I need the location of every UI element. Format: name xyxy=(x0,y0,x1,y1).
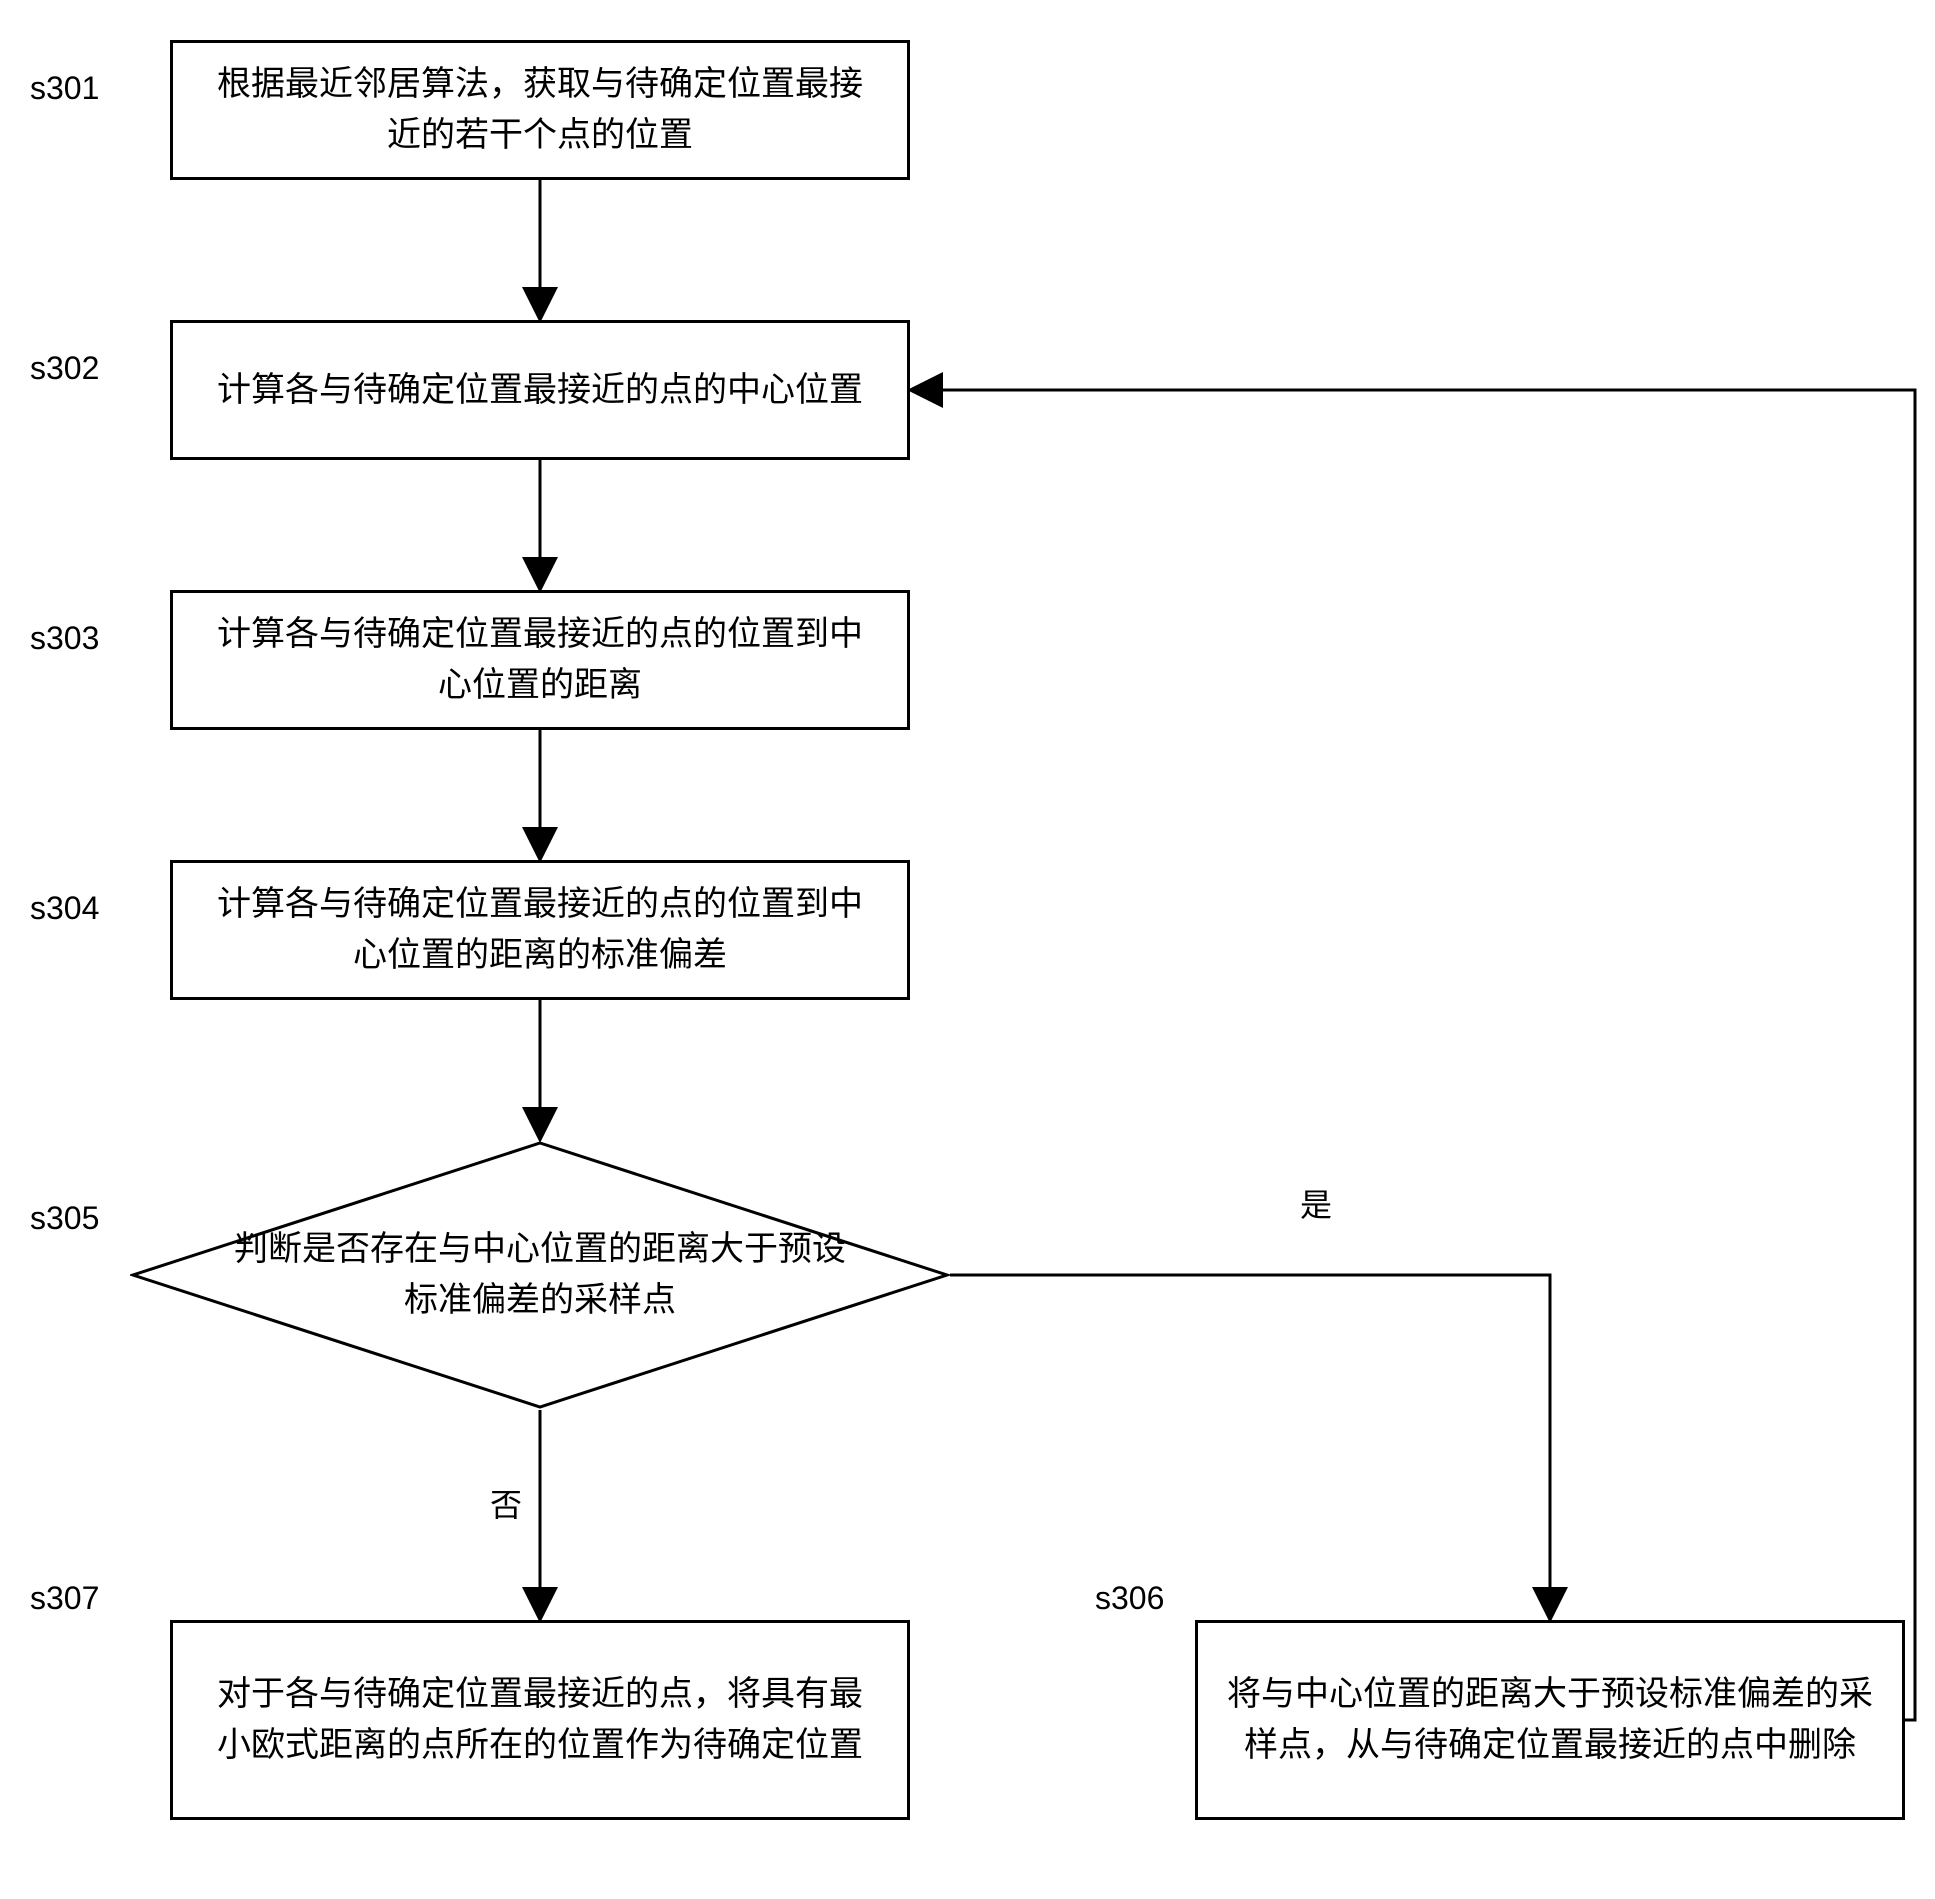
process-s307: 对于各与待确定位置最接近的点，将具有最小欧式距离的点所在的位置作为待确定位置 xyxy=(170,1620,910,1820)
branch-yes-label: 是 xyxy=(1300,1180,1332,1226)
branch-no-label: 否 xyxy=(490,1480,522,1526)
step-label-s307: s307 xyxy=(30,1580,99,1617)
process-s304: 计算各与待确定位置最接近的点的位置到中心位置的距离的标准偏差 xyxy=(170,860,910,1000)
process-s301: 根据最近邻居算法，获取与待确定位置最接近的若干个点的位置 xyxy=(170,40,910,180)
step-label-s306: s306 xyxy=(1095,1580,1164,1617)
process-s302: 计算各与待确定位置最接近的点的中心位置 xyxy=(170,320,910,460)
flowchart-container: s301 s302 s303 s304 s305 s306 s307 根据最近邻… xyxy=(0,0,1935,1899)
process-s303: 计算各与待确定位置最接近的点的位置到中心位置的距离 xyxy=(170,590,910,730)
step-label-s303: s303 xyxy=(30,620,99,657)
step-label-s301: s301 xyxy=(30,70,99,107)
step-label-s304: s304 xyxy=(30,890,99,927)
process-s306: 将与中心位置的距离大于预设标准偏差的采样点，从与待确定位置最接近的点中删除 xyxy=(1195,1620,1905,1820)
decision-text: 判断是否存在与中心位置的距离大于预设标准偏差的采样点 xyxy=(233,1224,848,1326)
step-label-s302: s302 xyxy=(30,350,99,387)
decision-s305: 判断是否存在与中心位置的距离大于预设标准偏差的采样点 xyxy=(130,1140,950,1410)
step-label-s305: s305 xyxy=(30,1200,99,1237)
